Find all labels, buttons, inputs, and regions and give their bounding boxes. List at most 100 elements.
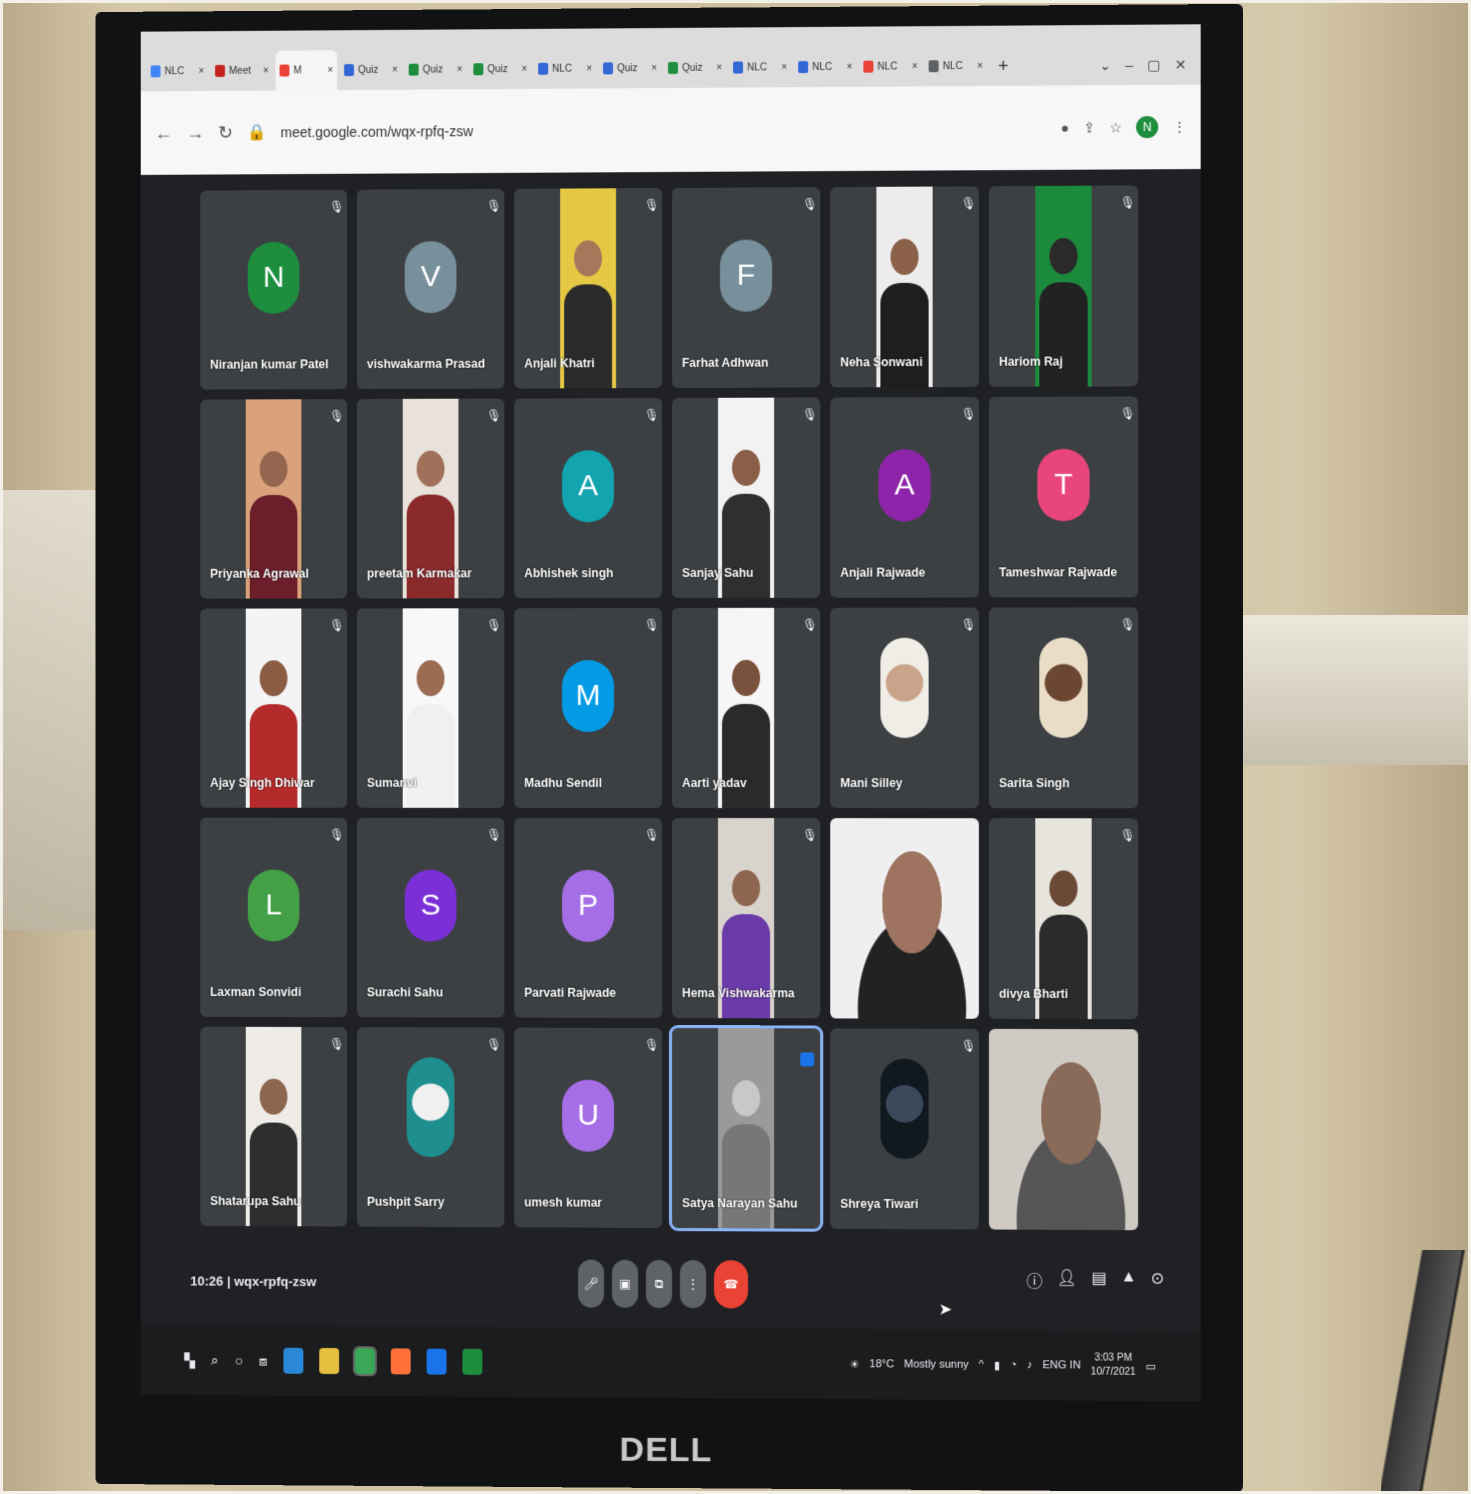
browser-tab[interactable]: NLC × xyxy=(859,46,921,86)
participant-tile[interactable]: 🎙︎ Ajay Singh Dhiwar xyxy=(200,608,347,807)
browser-tab[interactable]: M × xyxy=(276,50,338,90)
participant-tile[interactable]: P 🎙︎ Parvati Rajwade xyxy=(514,818,662,1018)
network-icon[interactable]: ◔ xyxy=(1010,1359,1017,1371)
star-icon[interactable]: ☆ xyxy=(1109,119,1122,136)
participant-tile[interactable]: 🎙︎ Neha Sonwani xyxy=(830,186,979,387)
tab-close-icon[interactable]: × xyxy=(327,65,333,76)
participant-tile[interactable]: U 🎙︎ umesh kumar xyxy=(514,1028,662,1228)
browser-tab[interactable]: Quiz × xyxy=(340,50,402,90)
notification-icon[interactable]: ▭ xyxy=(1146,1359,1157,1372)
edge-icon[interactable] xyxy=(283,1348,303,1374)
browser-tab[interactable]: Meet × xyxy=(211,51,272,91)
browser-tab[interactable]: Quiz × xyxy=(599,48,661,88)
participant-tile[interactable]: A 🎙︎ Anjali Rajwade xyxy=(830,397,979,598)
participant-tile[interactable]: T 🎙︎ Tameshwar Rajwade xyxy=(989,396,1138,597)
clock[interactable]: 3:03 PM 10/7/2021 xyxy=(1091,1351,1136,1379)
weather-icon: ☀ xyxy=(849,1358,859,1371)
browser-tab[interactable]: NLC × xyxy=(794,47,856,87)
participant-tile[interactable]: 🎙︎ Hema Vishwakarma xyxy=(672,818,820,1018)
participant-tile[interactable]: 🎙︎ Sumanvi xyxy=(357,608,504,808)
account-avatar[interactable]: N xyxy=(1136,116,1158,138)
participant-tile[interactable]: 🎙︎ Anjali Khatri xyxy=(514,188,662,389)
word-icon[interactable] xyxy=(427,1349,447,1375)
camera-icon[interactable]: ▣ xyxy=(612,1260,638,1308)
participant-tile[interactable]: F 🎙︎ Farhat Adhwan xyxy=(672,187,820,388)
close-icon[interactable]: ✕ xyxy=(1175,56,1187,73)
participant-tile[interactable] xyxy=(830,818,979,1019)
tab-close-icon[interactable]: × xyxy=(846,61,852,72)
back-icon[interactable]: ← xyxy=(155,123,173,144)
chat-icon[interactable]: ▤ xyxy=(1091,1268,1106,1292)
excel-icon[interactable] xyxy=(462,1349,482,1375)
chrome-icon[interactable] xyxy=(355,1348,375,1374)
minimize-icon[interactable]: – xyxy=(1125,57,1133,73)
participant-tile[interactable]: N 🎙︎ Niranjan kumar Patel xyxy=(200,190,347,390)
browser-tab[interactable]: Quiz × xyxy=(664,48,726,88)
people-icon[interactable]: 👤︎ xyxy=(1057,1268,1077,1292)
task-view-icon[interactable]: ⧈ xyxy=(259,1352,268,1369)
tab-close-icon[interactable]: × xyxy=(263,65,269,76)
forward-icon[interactable]: → xyxy=(186,122,204,143)
chevron-down-icon[interactable]: ⌄ xyxy=(1099,57,1111,74)
participant-tile[interactable]: V 🎙︎ vishwakarma Prasad xyxy=(357,189,504,389)
file-explorer-icon[interactable] xyxy=(319,1348,339,1374)
cortana-icon[interactable]: ○ xyxy=(235,1352,243,1368)
volume-icon[interactable]: ♪ xyxy=(1027,1359,1033,1371)
share-icon[interactable]: ⇪ xyxy=(1083,119,1095,136)
windows-start-icon[interactable]: ▚ xyxy=(184,1352,195,1369)
tab-close-icon[interactable]: × xyxy=(716,62,722,73)
browser-tab[interactable]: NLC × xyxy=(925,46,987,87)
browser-tab[interactable]: NLC × xyxy=(729,47,791,87)
activities-icon[interactable]: ▲ xyxy=(1121,1268,1137,1292)
tab-favicon-icon xyxy=(863,61,873,73)
mic-icon[interactable]: 🎤︎ xyxy=(578,1260,604,1308)
browser-tab[interactable]: NLC × xyxy=(534,48,596,88)
browser-tab[interactable]: NLC × xyxy=(147,51,208,91)
participant-tile[interactable]: 🎙︎ Pushpit Sarry xyxy=(357,1027,504,1227)
participant-tile[interactable]: 🎙︎ Shreya Tiwari xyxy=(830,1028,979,1229)
participant-tile[interactable] xyxy=(989,1029,1138,1230)
more-options-icon[interactable]: ⋮ xyxy=(680,1260,706,1308)
person-head xyxy=(1049,238,1077,274)
participant-tile[interactable]: M 🎙︎ Madhu Sendil xyxy=(514,608,662,808)
participant-tile[interactable]: Satya Narayan Sahu xyxy=(672,1028,820,1229)
tab-close-icon[interactable]: × xyxy=(781,62,787,73)
tab-close-icon[interactable]: × xyxy=(457,64,463,75)
new-tab-button[interactable]: + xyxy=(990,46,1017,86)
participant-tile[interactable]: S 🎙︎ Surachi Sahu xyxy=(357,818,504,1018)
participant-tile[interactable]: 🎙︎ preetam Karmakar xyxy=(357,399,504,599)
participant-tile[interactable]: 🎙︎ divya Bharti xyxy=(989,818,1138,1019)
tray-overflow-icon[interactable]: ^ xyxy=(979,1359,984,1371)
participant-tile[interactable]: 🎙︎ Sarita Singh xyxy=(989,607,1138,808)
maximize-icon[interactable]: ▢ xyxy=(1147,56,1160,73)
tab-close-icon[interactable]: × xyxy=(912,61,918,72)
participant-tile[interactable]: L 🎙︎ Laxman Sonvidi xyxy=(200,818,347,1017)
firefox-icon[interactable] xyxy=(391,1348,411,1374)
tab-close-icon[interactable]: × xyxy=(977,60,983,71)
url-text[interactable]: meet.google.com/wqx-rpfq-zsw xyxy=(281,120,1047,141)
browser-tab[interactable]: Quiz × xyxy=(469,49,531,89)
language-indicator[interactable]: ENG IN xyxy=(1043,1359,1081,1371)
menu-icon[interactable]: ⋮ xyxy=(1172,118,1186,135)
tab-close-icon[interactable]: × xyxy=(586,63,592,74)
end-call-icon[interactable]: ☎︎ xyxy=(714,1260,748,1308)
participant-tile[interactable]: 🎙︎ Aarti yadav xyxy=(672,608,820,808)
participant-tile[interactable]: 🎙︎ Priyanka Agrawal xyxy=(200,399,347,599)
search-icon[interactable]: ⌕ xyxy=(211,1352,219,1369)
tab-close-icon[interactable]: × xyxy=(392,64,398,75)
tab-close-icon[interactable]: × xyxy=(198,66,204,77)
participant-tile[interactable]: 🎙︎ Hariom Raj xyxy=(989,185,1138,386)
present-icon[interactable]: ⧉ xyxy=(646,1260,672,1308)
tab-close-icon[interactable]: × xyxy=(521,63,527,74)
participant-tile[interactable]: 🎙︎ Sanjay Sahu xyxy=(672,397,820,598)
participant-tile[interactable]: 🎙︎ Shatarupa Sahu xyxy=(200,1027,347,1227)
host-controls-icon[interactable]: ⊙ xyxy=(1151,1268,1165,1292)
browser-tab[interactable]: Quiz × xyxy=(405,49,467,89)
participant-tile[interactable]: 🎙︎ Mani Silley xyxy=(830,608,979,809)
camera-indicator-icon[interactable]: ● xyxy=(1061,120,1070,136)
tab-close-icon[interactable]: × xyxy=(651,63,657,74)
reload-icon[interactable]: ↻ xyxy=(218,122,233,143)
info-icon[interactable]: ⓘ xyxy=(1026,1268,1042,1292)
participant-tile[interactable]: A 🎙︎ Abhishek singh xyxy=(514,398,662,598)
battery-icon[interactable]: ▮ xyxy=(994,1358,1000,1371)
